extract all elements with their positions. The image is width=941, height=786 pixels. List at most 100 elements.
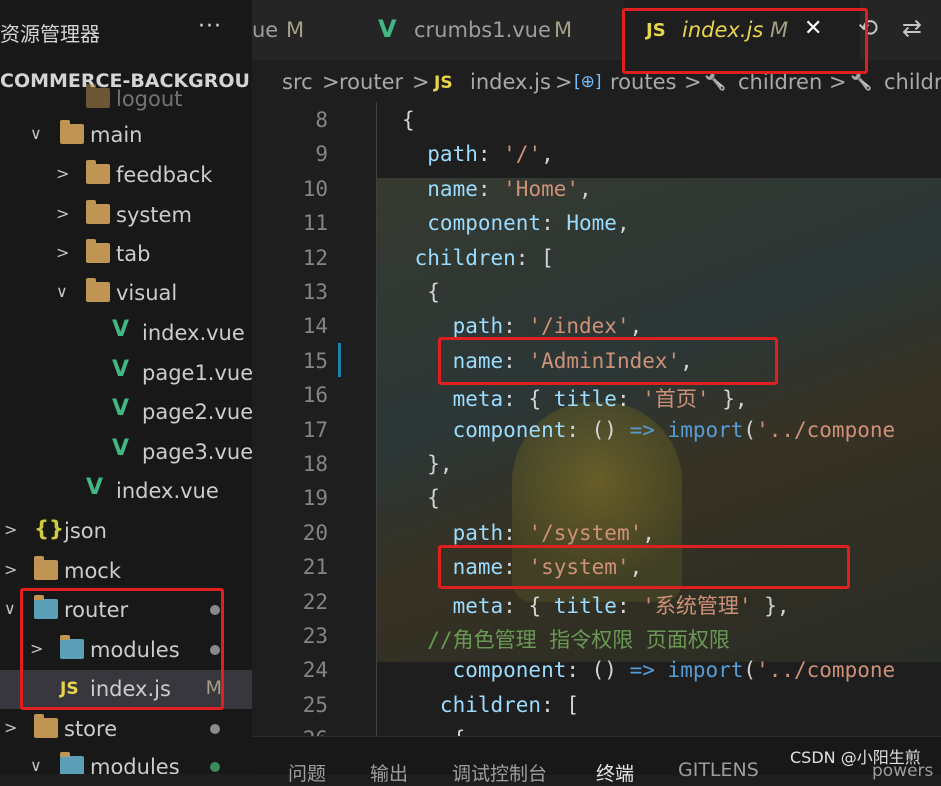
code-line[interactable]: 24 component: () => import('../compone [252,652,941,686]
code-token: : { [503,593,554,618]
tab-crumbs1-vue[interactable]: V crumbs1.vue M [356,0,606,60]
code-line[interactable]: 8{ [252,102,941,136]
folder-icon [86,84,110,108]
chevron-right-icon[interactable]: > [4,560,17,579]
folder-icon [34,556,58,580]
code-token: meta [402,387,504,412]
breadcrumb-separator: > [412,70,430,94]
code-token: , [616,211,630,236]
code-text: component: Home, [402,211,630,236]
tree-item-mock[interactable]: > mock [0,552,252,591]
code-token: : () [566,417,630,442]
code-token: name [402,176,478,201]
code-token: //角色管理 指令权限 页面权限 [402,628,730,652]
tree-item-json[interactable]: > {} json [0,512,252,551]
code-token: meta [402,593,504,618]
code-line[interactable]: 12 children: [ [252,240,941,274]
compare-changes-icon[interactable]: ⇄ [902,14,922,42]
code-line[interactable]: 19 { [252,480,941,514]
code-token: '../compone [756,658,896,683]
panel-tab[interactable]: 输出 [370,759,408,786]
chevron-down-icon[interactable]: ∨ [56,282,68,301]
breadcrumb-separator: > [322,70,340,94]
watermark: CSDN @小阳生煎 [790,748,921,767]
folder-icon [86,239,110,263]
panel-tab[interactable]: 问题 [288,759,326,786]
code-line[interactable]: 10 name: 'Home', [252,171,941,205]
code-token: => [629,417,655,442]
line-number: 22 [302,589,328,614]
chevron-down-icon[interactable]: ∨ [4,599,16,618]
code-text: name: 'Home', [402,176,592,201]
code-text: { [402,280,440,304]
code-line[interactable]: 25 children: [ [252,687,941,721]
line-number: 12 [302,245,328,270]
code-line[interactable]: 18 }, [252,446,941,480]
code-line[interactable]: 13 { [252,274,941,308]
json-folder-icon: {} [34,517,64,541]
code-line[interactable]: 26 { [252,721,941,736]
tree-item-visual[interactable]: ∨ visual [0,274,252,313]
breadcrumb-router[interactable]: router [339,70,403,94]
tree-item-label: feedback [116,163,213,187]
code-token: : [541,211,567,236]
code-token: import [667,658,744,683]
vue-file-icon: V [112,317,130,342]
wrench-icon: 🔧 [704,71,727,92]
chevron-right-icon[interactable]: > [4,718,17,737]
code-token: path [402,314,504,339]
chevron-right-icon[interactable]: > [56,204,69,223]
annotation-box-line15 [438,337,778,385]
code-token: { [402,486,440,511]
status-dot [210,762,220,772]
panel-tab[interactable]: 终端 [596,759,634,786]
code-line[interactable]: 11 component: Home, [252,205,941,239]
breadcrumb-index-js[interactable]: index.js [470,70,551,94]
chevron-right-icon[interactable]: > [56,243,69,262]
tree-item-modules[interactable]: ∨ modules [0,748,252,774]
tree-item-system[interactable]: > system [0,196,252,235]
breadcrumb-children-2[interactable]: childr [884,70,941,94]
tree-item-label: page2.vue [142,400,252,424]
tree-item-store[interactable]: > store [0,710,252,749]
tree-item-index-vue[interactable]: Vindex.vue [0,472,252,511]
tab-partial[interactable]: ue M [252,0,356,60]
code-text: path: '/system', [402,521,655,545]
chevron-right-icon[interactable]: > [56,164,69,183]
code-token: => [629,658,655,683]
tree-item-tab[interactable]: > tab [0,235,252,274]
tree-item-page2-vue[interactable]: Vpage2.vue [0,393,252,432]
more-actions-icon[interactable]: ··· [198,14,222,39]
code-text: path: '/', [402,142,553,166]
code-token: , [579,176,592,201]
chevron-right-icon[interactable]: > [4,520,17,539]
breadcrumb-src[interactable]: src [282,70,313,94]
folder-icon [60,120,84,144]
code-token: , [642,520,655,545]
tree-item-page3-vue[interactable]: Vpage3.vue [0,433,252,472]
tree-item-main[interactable]: ∨ main [0,116,252,155]
tree-item-page1-vue[interactable]: Vpage1.vue [0,354,252,393]
code-editor[interactable]: 8{9 path: '/', 10 name: 'Home', 11 compone… [252,102,941,736]
code-token: '/index' [528,314,630,339]
vue-file-icon: V [112,436,130,461]
tree-item-logout[interactable]: logout [0,80,252,119]
panel-tab[interactable]: GITLENS [678,759,759,781]
tree-item-label: json [64,519,107,543]
code-line[interactable]: 9 path: '/', [252,136,941,170]
panel-tab[interactable]: 调试控制台 [452,759,547,786]
tab-label: ue [252,18,279,42]
code-line[interactable]: 17 component: () => import('../compone [252,412,941,446]
code-token: : () [566,658,630,683]
tree-item-feedback[interactable]: > feedback [0,156,252,195]
tree-item-index-vue[interactable]: Vindex.vue [0,314,252,353]
code-token: }, [709,387,748,412]
code-text: { [402,486,440,510]
line-number: 8 [315,108,328,132]
chevron-down-icon[interactable]: ∨ [30,124,42,143]
code-line[interactable]: 23 //角色管理 指令权限 页面权限 [252,618,941,652]
line-number: 25 [302,692,328,717]
vue-file-icon: V [86,475,104,500]
chevron-down-icon[interactable]: ∨ [30,756,42,774]
code-token: }, [751,593,790,618]
